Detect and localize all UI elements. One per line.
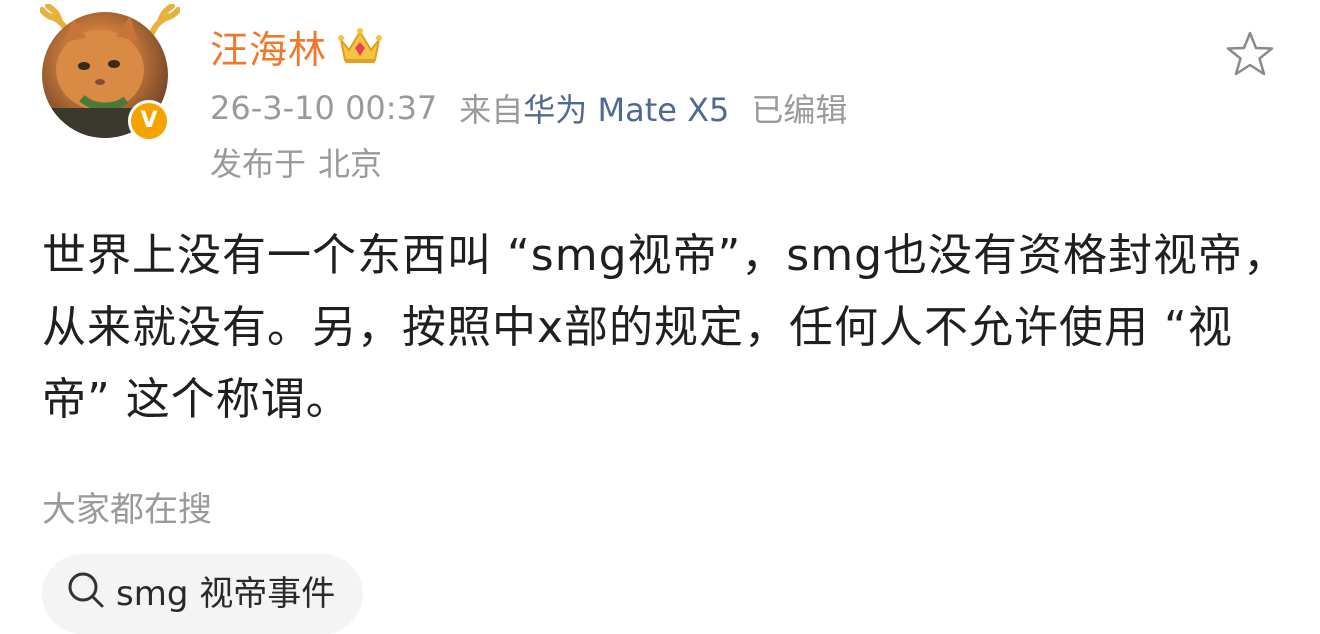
trending-search-title: 大家都在搜	[42, 490, 212, 530]
trending-search-chip[interactable]: smg 视帝事件	[42, 554, 364, 634]
search-icon	[68, 572, 104, 608]
source-prefix: 来自	[459, 91, 524, 129]
username[interactable]: 汪海林	[210, 19, 327, 74]
post-text: 世界上没有一个东西叫 “smg视帝”，smg也没有资格封视帝，从来就没有。另，按…	[42, 230, 1289, 425]
post-meta: 26-3-10 00:37 来自 华为 Mate X5 已编辑	[210, 86, 847, 130]
verified-badge-label: V	[140, 107, 158, 133]
location-prefix: 发布于	[210, 145, 307, 183]
trending-search-label: smg 视帝事件	[116, 573, 336, 614]
edited-label[interactable]: 已编辑	[751, 85, 847, 131]
location-name: 北京	[318, 145, 383, 183]
avatar-container[interactable]: V	[40, 4, 180, 142]
source-device-link[interactable]: 华为 Mate X5	[523, 85, 729, 131]
verified-badge: V	[128, 100, 170, 142]
weibo-post: V 汪海林 26-3-10 00:37 来自 华为 Mate X5 已编辑 发布…	[0, 0, 1320, 634]
post-location: 发布于 北京	[210, 140, 382, 184]
username-row: 汪海林	[210, 18, 383, 74]
crown-icon[interactable]	[337, 26, 383, 66]
post-time: 26-3-10 00:37	[210, 89, 438, 127]
star-icon	[1226, 31, 1274, 76]
favorite-button[interactable]	[1222, 26, 1278, 82]
